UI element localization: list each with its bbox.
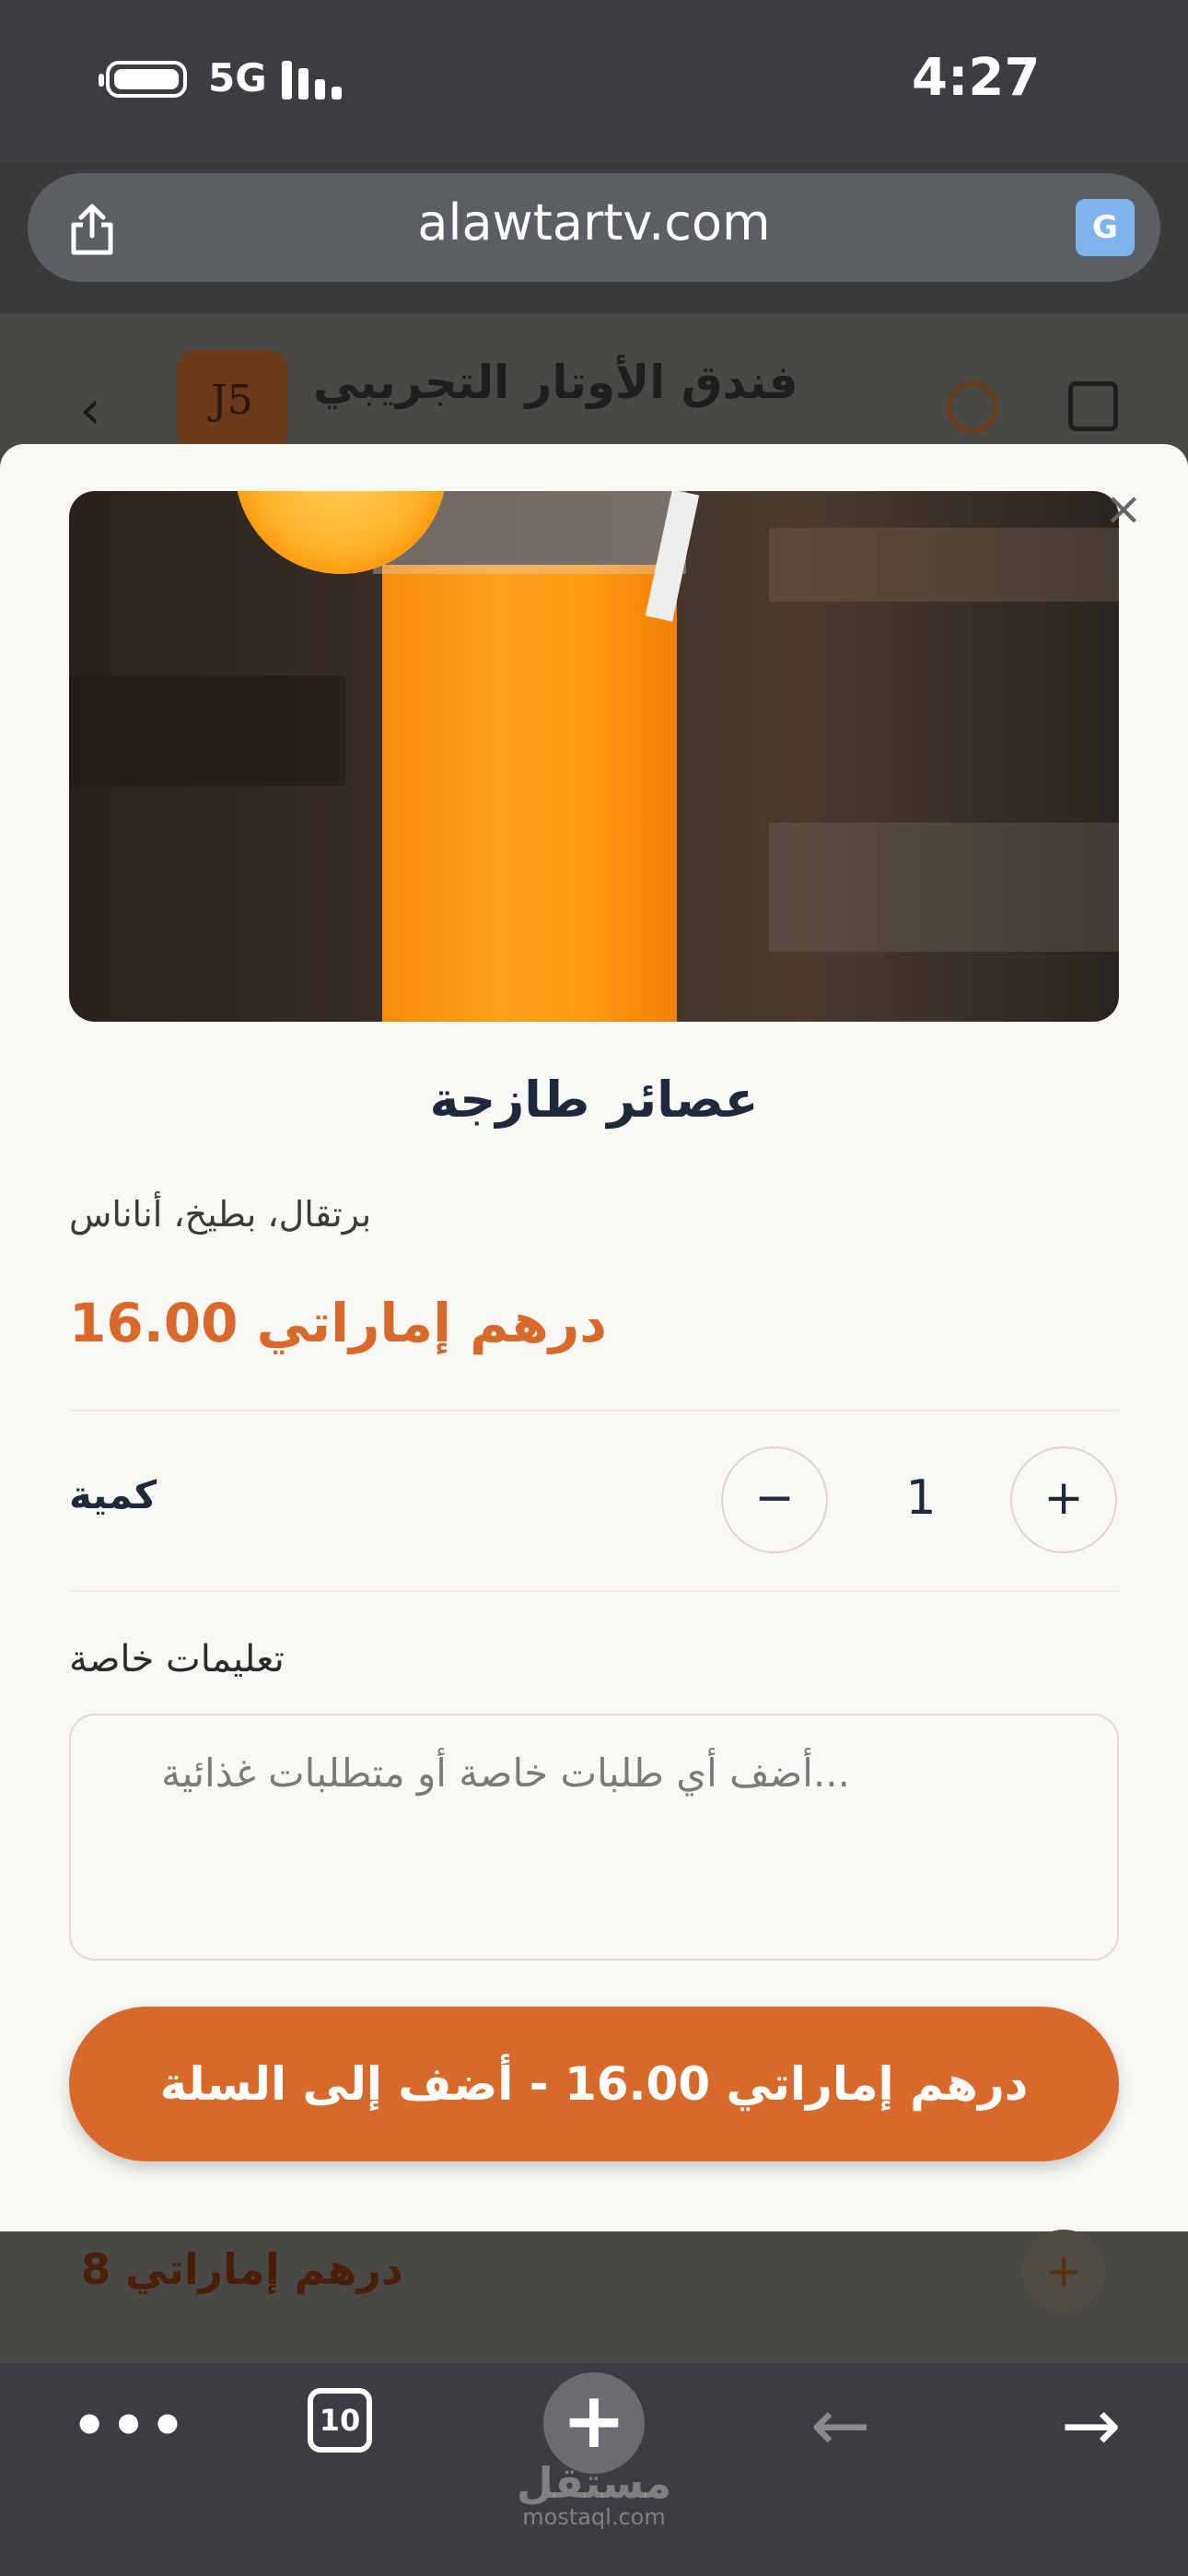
battery-icon bbox=[99, 61, 187, 98]
product-description-text: برتقال، بطيخ، أناناس bbox=[69, 1194, 372, 1235]
clock: 4:27 bbox=[912, 48, 1041, 108]
network-label: 5G bbox=[208, 55, 267, 100]
globe-icon bbox=[947, 381, 998, 433]
product-description: برتقال، بطيخ، أناناس bbox=[69, 1194, 1119, 1235]
arrow-right-icon[interactable]: → bbox=[1061, 2384, 1121, 2467]
instructions-field[interactable]: ...أضف أي طلبات خاصة أو متطلبات غذائية bbox=[69, 1714, 1119, 1961]
quantity-value: 1 bbox=[905, 1470, 937, 1526]
close-icon[interactable]: × bbox=[1101, 486, 1146, 532]
watermark-arabic: مستقل bbox=[516, 2458, 672, 2508]
divider bbox=[69, 1410, 1119, 1411]
hotel-logo: J5 bbox=[177, 350, 287, 451]
product-price: درهم إماراتي 16.00 bbox=[69, 1292, 608, 1354]
divider bbox=[69, 1590, 1119, 1592]
cart-icon bbox=[1068, 381, 1118, 431]
background-item-price: درهم إماراتي 8 bbox=[81, 2244, 403, 2294]
tabs-button[interactable]: 10 bbox=[308, 2388, 372, 2453]
more-icon[interactable]: ••• bbox=[72, 2394, 189, 2458]
increment-button[interactable]: + bbox=[1010, 1446, 1117, 1553]
instructions-placeholder: ...أضف أي طلبات خاصة أو متطلبات غذائية bbox=[161, 1751, 850, 1796]
product-name: عصائر طازجة bbox=[429, 1071, 759, 1129]
add-to-cart-button[interactable]: درهم إماراتي 16.00 - أضف إلى السلة bbox=[69, 2007, 1119, 2161]
translate-icon[interactable]: G bbox=[1076, 199, 1135, 256]
url-text[interactable]: alawtartv.com bbox=[0, 193, 1188, 252]
instructions-label: تعليمات خاصة bbox=[69, 1638, 285, 1680]
product-image bbox=[69, 491, 1119, 1022]
decrement-button[interactable]: − bbox=[721, 1446, 828, 1553]
signal-icon bbox=[282, 61, 346, 100]
arrow-left-icon[interactable]: ← bbox=[810, 2384, 870, 2467]
chevron-left-icon: ‹ bbox=[79, 378, 101, 442]
quantity-label: كمية bbox=[69, 1472, 157, 1517]
watermark-latin: mostaql.com bbox=[522, 2504, 666, 2530]
hotel-title: فندق الأوتار التجريبي bbox=[313, 356, 798, 409]
background-add-icon: + bbox=[1022, 2230, 1105, 2313]
